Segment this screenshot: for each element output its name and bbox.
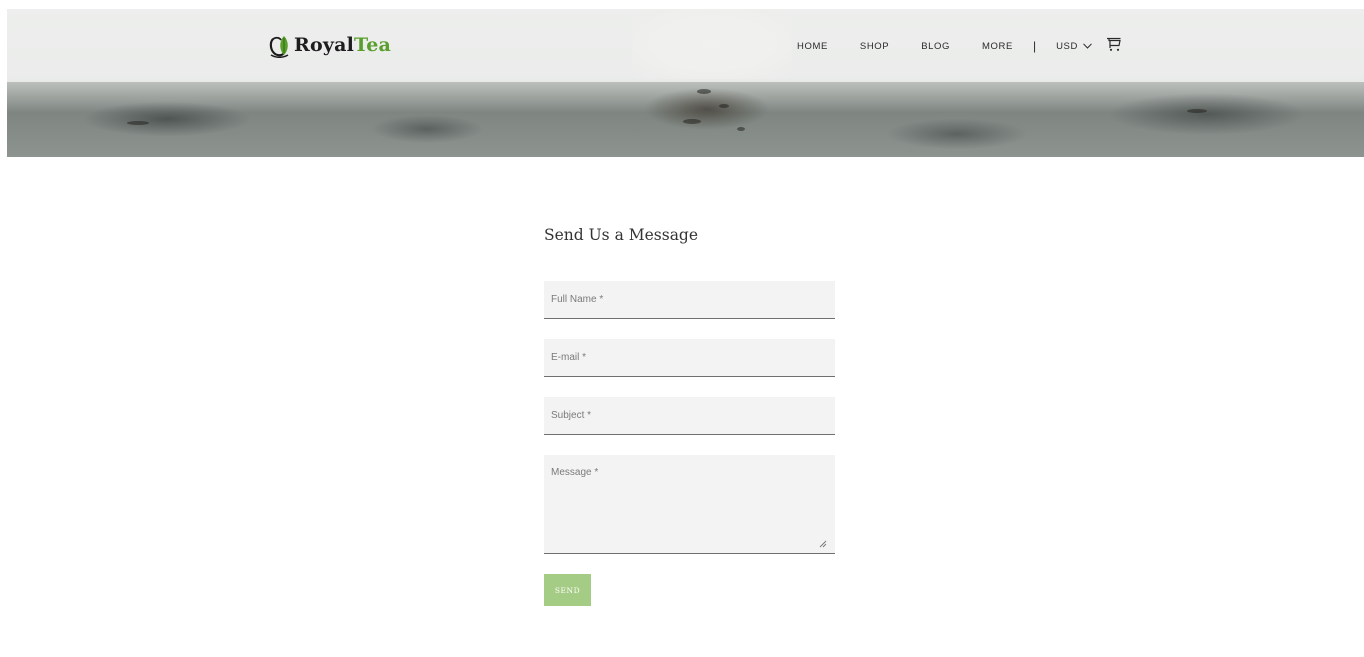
nav-home[interactable]: HOME (797, 41, 828, 52)
nav-more[interactable]: MORE (982, 41, 1013, 52)
currency-label: USD (1056, 40, 1078, 52)
form-title: Send Us a Message (544, 226, 699, 244)
tea-leaf-speck (683, 119, 701, 124)
nav-blog[interactable]: BLOG (921, 41, 950, 52)
tea-leaf-speck (719, 104, 729, 108)
tea-leaf-speck (697, 89, 711, 94)
tea-leaf-speck (127, 121, 149, 125)
resize-handle-icon[interactable] (818, 539, 827, 548)
teacup-leaf-icon (269, 36, 289, 58)
main-nav: HOME SHOP BLOG MORE | USD (797, 37, 1122, 55)
tea-leaf-speck (1187, 109, 1207, 113)
brand-logo[interactable]: RoyalTea (269, 31, 391, 59)
brand-name: RoyalTea (294, 34, 392, 56)
send-button[interactable]: SEND (544, 574, 591, 606)
nav-shop[interactable]: SHOP (860, 41, 889, 52)
nav-separator: | (1032, 39, 1037, 53)
message-textarea[interactable] (544, 455, 835, 554)
subject-input[interactable] (544, 397, 835, 435)
chevron-down-icon (1083, 43, 1092, 49)
currency-selector[interactable]: USD (1056, 41, 1092, 52)
email-input[interactable] (544, 339, 835, 377)
cart-icon[interactable] (1106, 37, 1122, 52)
tea-leaf-speck (737, 127, 745, 131)
full-name-input[interactable] (544, 281, 835, 319)
site-header: RoyalTea HOME SHOP BLOG MORE | USD (7, 9, 1364, 82)
